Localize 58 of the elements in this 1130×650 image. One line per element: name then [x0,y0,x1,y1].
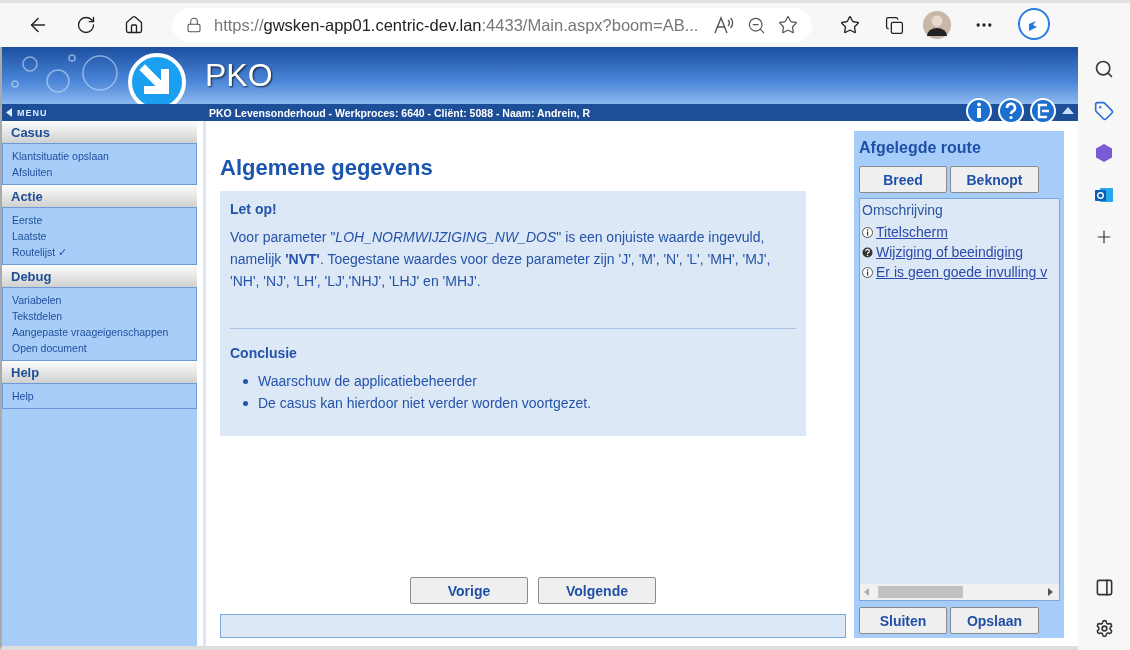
horizontal-scrollbar[interactable] [860,584,1059,600]
avatar[interactable] [922,10,952,40]
caret-icon [6,108,12,117]
bullet-icon [243,378,248,384]
menu-item[interactable]: Afsluiten [3,166,196,178]
zoom-out-icon[interactable] [747,15,766,35]
read-aloud-icon[interactable] [713,15,735,35]
bing-chat-icon[interactable] [1016,7,1052,43]
app-title: PKO [205,57,273,94]
route-link[interactable]: Er is geen goede invulling v [876,264,1048,280]
hexagon-icon[interactable] [1094,143,1114,163]
menu-item[interactable]: Tekstdelen [3,310,196,322]
notice-text: Voor parameter "LOH_NORMWIJZIGING_NW_DOS" is een onjuiste waarde ingevuld, namelijk 'NVT'. Toegestane waardes voor deze parameter zijn 'J', 'M', 'N', 'L', 'MH', 'MJ', 'NH', 'NJ', 'LH', 'LJ','NHJ', 'LHJ' en 'MHJ'. [230,228,772,291]
menu-item[interactable]: Laatste [3,230,196,242]
sidebar-icon[interactable] [1094,578,1114,597]
menu-item[interactable]: Variabelen [3,294,196,306]
menu-toggle[interactable]: MENU [2,107,201,118]
menu-section-title: Help [2,361,197,383]
menu-section-title: Debug [2,265,197,287]
conclusion-item: Waarschuw de applicatiebeheerder [258,372,477,391]
route-link[interactable]: Wijziging of beeindiging [876,244,1024,260]
info-icon[interactable] [966,98,992,124]
star-icon[interactable] [778,15,798,35]
question-icon [862,246,873,258]
lock-icon [186,17,202,33]
menu-item[interactable]: Open document [3,342,196,354]
search-icon[interactable] [1094,59,1114,79]
help-icon[interactable] [998,98,1024,124]
nav-button[interactable]: Volgende [538,577,656,604]
menu-item[interactable]: Klantsituatie opslaan [3,150,196,162]
route-link[interactable]: Titelscherm [876,224,948,240]
route-title: Afgelegde route [859,139,982,157]
list-header: Omschrijving [861,201,944,220]
nav-button[interactable]: Vorige [410,577,528,604]
page-heading: Algemene gegevens [220,155,434,181]
notice-title: Let op! [230,201,278,217]
route-button[interactable]: Sluiten [859,607,947,634]
info-icon [862,226,873,238]
view-button[interactable]: Beknopt [950,166,1039,193]
menu-item[interactable]: Routelijst ✓ [3,246,196,258]
menu-item[interactable]: Aangepaste vraageigenschappen [3,326,196,338]
address-bar[interactable]: https://gwsken-app01.centric-dev.lan:4433/Main.aspx?boom=AB... [172,8,812,42]
tag-icon[interactable] [1094,101,1114,121]
mail-icon[interactable] [1094,185,1114,205]
menu-section-title: Actie [2,185,197,207]
menu-section-title: Casus [2,121,197,143]
info-icon [862,266,873,278]
scroll-right-icon[interactable] [1048,588,1053,596]
exit-icon[interactable] [1030,98,1056,124]
bullet-icon [243,400,248,406]
conclusion-item: De casus kan hierdoor niet verder worden voortgezet. [258,394,592,413]
route-button[interactable]: Opslaan [950,607,1039,634]
view-button[interactable]: Breed [859,166,947,193]
settings-icon[interactable] [1094,619,1114,638]
menu-item[interactable]: Eerste [3,214,196,226]
conclusion-title: Conclusie [230,345,298,361]
collapse-icon[interactable] [1062,107,1074,114]
case-context: PKO Levensonderhoud - Werkproces: 6640 - Cliënt: 5088 - Naam: Andrein, R [208,106,590,119]
